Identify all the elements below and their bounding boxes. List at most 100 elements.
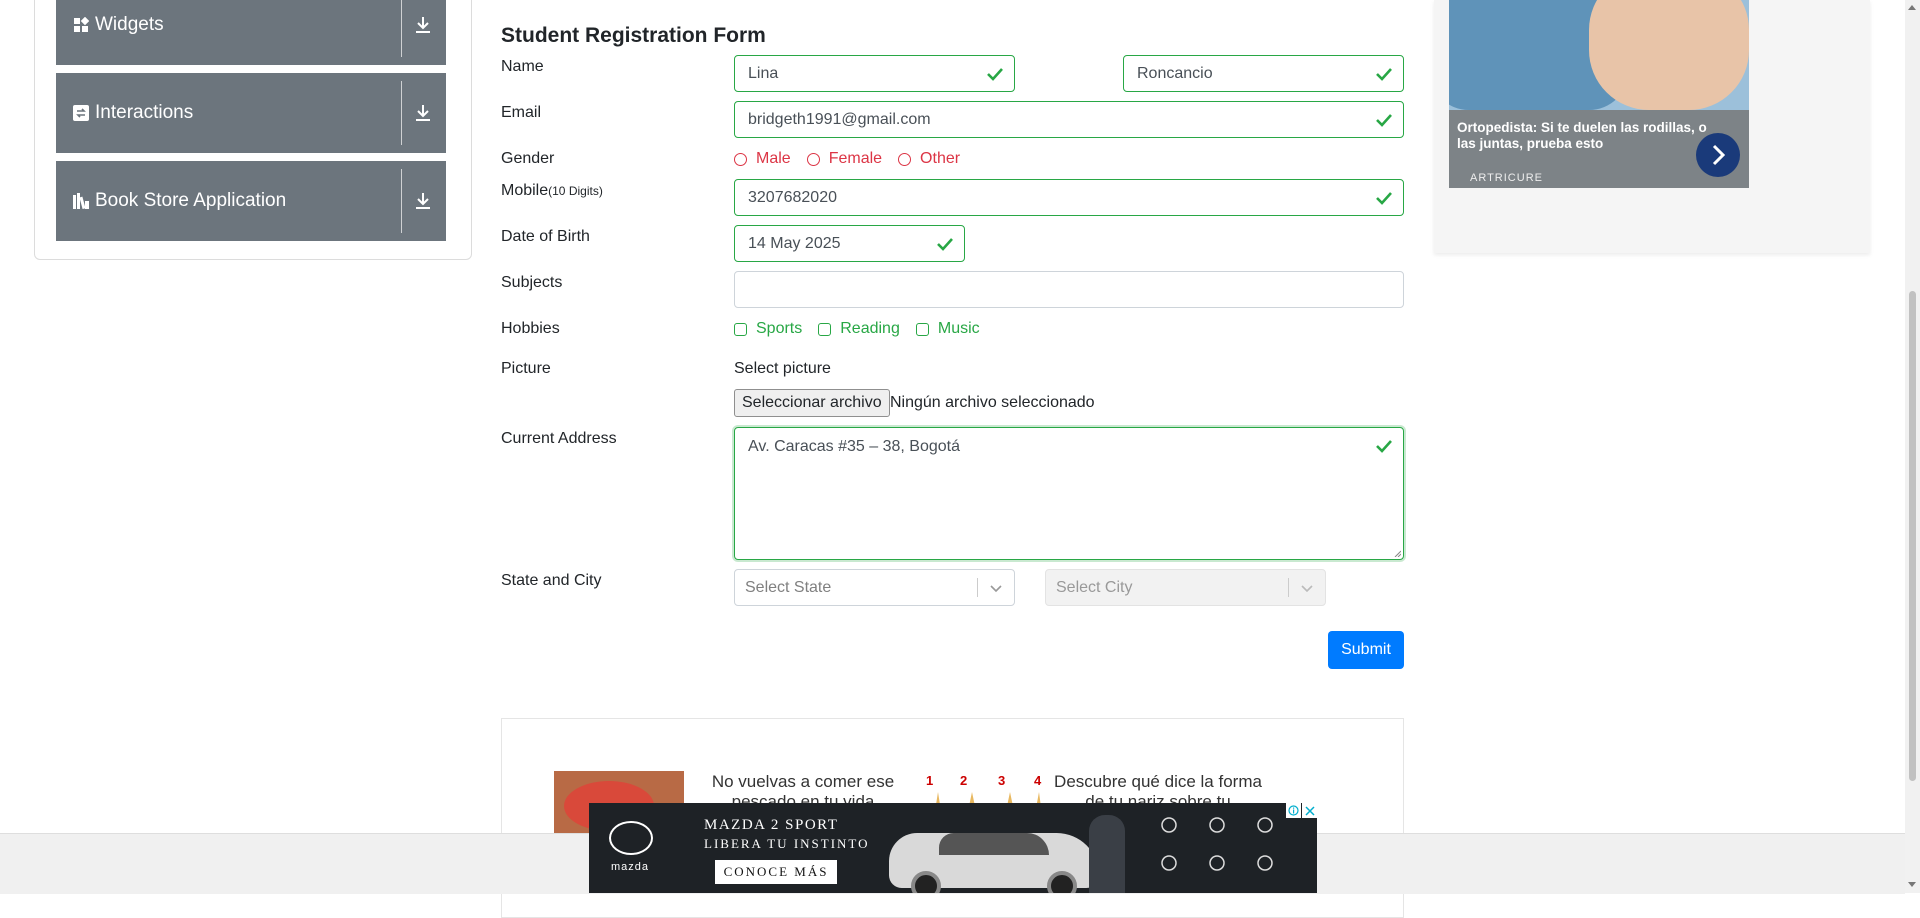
checkbox-box[interactable] — [915, 322, 929, 336]
ad-info-icon[interactable] — [1286, 803, 1301, 818]
divider — [1288, 578, 1289, 597]
chevron-down-icon — [990, 585, 1002, 593]
divider — [401, 0, 402, 57]
hobby-checkbox-sports[interactable]: Sports — [734, 320, 802, 338]
mobile-value: 3207682020 — [748, 188, 837, 206]
divider — [401, 169, 402, 233]
gender-label: Gender — [501, 150, 555, 167]
hobby-checkbox-reading[interactable]: Reading — [818, 320, 900, 338]
form-title: Student Registration Form — [501, 24, 766, 47]
mazda-logo-icon — [609, 821, 653, 855]
hobby-checkbox-music[interactable]: Music — [915, 320, 980, 338]
chevron-right-icon — [1712, 144, 1726, 166]
dob-label: Date of Birth — [501, 228, 590, 245]
subjects-input[interactable] — [734, 271, 1404, 308]
select-picture-label: Select picture — [734, 360, 831, 377]
banner-line2: LIBERA TU INSTINTO — [704, 836, 870, 851]
last-name-input[interactable]: Roncancio — [1123, 55, 1404, 92]
checkbox-box[interactable] — [734, 322, 747, 336]
radio-circle[interactable] — [806, 152, 820, 166]
close-icon — [1304, 805, 1315, 816]
gender-radio-male[interactable]: Male — [734, 150, 791, 168]
address-value: Av. Caracas #35 – 38, Bogotá — [748, 438, 960, 455]
resize-handle-icon[interactable] — [1393, 549, 1401, 557]
scroll-down-arrow-icon[interactable] — [1907, 881, 1917, 889]
download-icon[interactable] — [410, 73, 436, 153]
gender-radio-other[interactable]: Other — [898, 150, 960, 168]
first-name-input[interactable]: Lina — [734, 55, 1015, 92]
sidebar-group-label: Book Store Application — [95, 190, 287, 211]
mobile-label-text: Mobile — [501, 182, 549, 199]
dob-input[interactable]: 14 May 2025 — [734, 225, 965, 262]
email-value: bridgeth1991@gmail.com — [748, 110, 931, 128]
city-select[interactable]: Select City — [1045, 569, 1326, 606]
checkbox-box[interactable] — [818, 322, 832, 336]
mobile-label: Mobile(10 Digits) — [501, 182, 603, 200]
submit-button[interactable]: Submit — [1328, 631, 1404, 669]
widgets-icon — [72, 16, 90, 34]
radio-label: Other — [920, 150, 961, 167]
radio-label: Female — [828, 150, 883, 167]
mobile-input[interactable]: 3207682020 — [734, 179, 1404, 216]
mazda-banner-ad[interactable]: mazda MAZDA 2 SPORT LIBERA TU INSTINTO C… — [589, 803, 1317, 893]
name-label: Name — [501, 58, 544, 75]
radio-circle[interactable] — [898, 152, 912, 166]
hobbies-checkbox-group: Sports Reading Music — [734, 320, 996, 338]
checkbox-label: Music — [937, 320, 980, 337]
check-icon — [987, 68, 1003, 81]
right-ad-brand: ARTRICURE — [1470, 172, 1543, 184]
divider — [977, 578, 978, 597]
check-icon — [1376, 192, 1392, 205]
chevron-down-icon — [1301, 585, 1313, 593]
right-ad-next-button[interactable] — [1696, 133, 1740, 177]
address-label: Current Address — [501, 430, 617, 447]
hobbies-label: Hobbies — [501, 320, 560, 337]
last-name-value: Roncancio — [1137, 64, 1213, 82]
choose-file-button[interactable]: Seleccionar archivo — [734, 389, 890, 417]
mobile-hint: (10 Digits) — [548, 184, 603, 198]
interactions-icon — [72, 104, 90, 122]
check-icon — [1376, 440, 1392, 453]
right-ad-headline[interactable]: Ortopedista: Si te duelen las rodillas, … — [1457, 120, 1707, 152]
radio-circle[interactable] — [734, 152, 747, 166]
number-label: 4 — [1034, 773, 1042, 788]
banner-cta-button[interactable]: CONOCE MÁS — [715, 860, 837, 884]
gender-radio-female[interactable]: Female — [806, 150, 883, 168]
mazda-brand: mazda — [611, 861, 650, 873]
download-icon[interactable] — [410, 0, 436, 65]
current-address-textarea[interactable]: Av. Caracas #35 – 38, Bogotá — [734, 427, 1404, 560]
ad-image-hand — [1589, 0, 1749, 110]
divider — [401, 81, 402, 145]
email-input[interactable]: bridgeth1991@gmail.com — [734, 101, 1404, 138]
number-label: 3 — [998, 773, 1005, 788]
gender-radio-group: Male Female Other — [734, 150, 976, 168]
picture-label: Picture — [501, 360, 551, 377]
ad-close-button[interactable] — [1302, 803, 1317, 818]
feature-icons — [1161, 817, 1273, 871]
sidebar-group-interactions[interactable]: Interactions — [56, 73, 446, 153]
city-placeholder: Select City — [1056, 578, 1133, 596]
check-icon — [1376, 68, 1392, 81]
sidebar-group-label: Interactions — [95, 102, 194, 123]
first-name-value: Lina — [748, 64, 779, 82]
state-placeholder: Select State — [745, 578, 832, 596]
check-icon — [1376, 114, 1392, 127]
sidebar-group-book-store[interactable]: Book Store Application — [56, 161, 446, 241]
checkbox-label: Sports — [756, 320, 803, 337]
subjects-label: Subjects — [501, 274, 563, 291]
state-select[interactable]: Select State — [734, 569, 1015, 606]
state-city-label: State and City — [501, 572, 602, 589]
banner-line1: MAZDA 2 SPORT — [704, 817, 839, 833]
sidebar-group-label: Widgets — [95, 14, 164, 35]
file-status: Ningún archivo seleccionado — [890, 394, 1095, 411]
number-label: 1 — [926, 773, 933, 788]
sidebar-group-widgets[interactable]: Widgets — [56, 0, 446, 65]
radio-label: Male — [756, 150, 791, 167]
person-image — [1089, 815, 1125, 893]
car-wheel — [1047, 871, 1077, 893]
number-label: 2 — [960, 773, 967, 788]
car-window — [939, 833, 1049, 855]
scroll-up-arrow-icon[interactable] — [1907, 3, 1917, 11]
download-icon[interactable] — [410, 161, 436, 241]
scrollbar-thumb[interactable] — [1909, 291, 1916, 781]
